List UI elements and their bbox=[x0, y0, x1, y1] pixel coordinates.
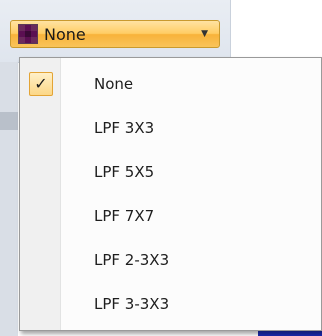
menu-item-label: LPF 5X5 bbox=[94, 163, 155, 181]
dropdown-selected-label: None bbox=[44, 24, 86, 44]
menu-item-label: LPF 2-3X3 bbox=[94, 251, 170, 269]
menu-item-label: LPF 3-3X3 bbox=[94, 295, 170, 313]
menu-item-label: LPF 3X3 bbox=[94, 119, 155, 137]
menu-item-lpf-3-3x3[interactable]: LPF 3-3X3 bbox=[20, 284, 321, 324]
menu-item-lpf-2-3x3[interactable]: LPF 2-3X3 bbox=[20, 240, 321, 280]
menu-item-lpf-7x7[interactable]: LPF 7X7 bbox=[20, 196, 321, 236]
checkmark-icon: ✓ bbox=[34, 74, 48, 93]
check-indicator: ✓ bbox=[29, 72, 53, 96]
menu-item-lpf-5x5[interactable]: LPF 5X5 bbox=[20, 152, 321, 192]
chevron-down-icon: ▼ bbox=[201, 29, 208, 39]
menu-item-label: None bbox=[94, 75, 134, 93]
filter-menu: ✓ None LPF 3X3 LPF 5X5 LPF 7X7 LPF 2-3X3… bbox=[19, 57, 322, 331]
menu-item-none[interactable]: ✓ None bbox=[20, 64, 321, 104]
filter-dropdown[interactable]: None ▼ bbox=[10, 20, 220, 48]
filter-grid-icon bbox=[18, 24, 38, 44]
background-strip bbox=[0, 62, 18, 336]
menu-item-lpf-3x3[interactable]: LPF 3X3 bbox=[20, 108, 321, 148]
menu-item-label: LPF 7X7 bbox=[94, 207, 155, 225]
grid-cell bbox=[31, 37, 37, 43]
